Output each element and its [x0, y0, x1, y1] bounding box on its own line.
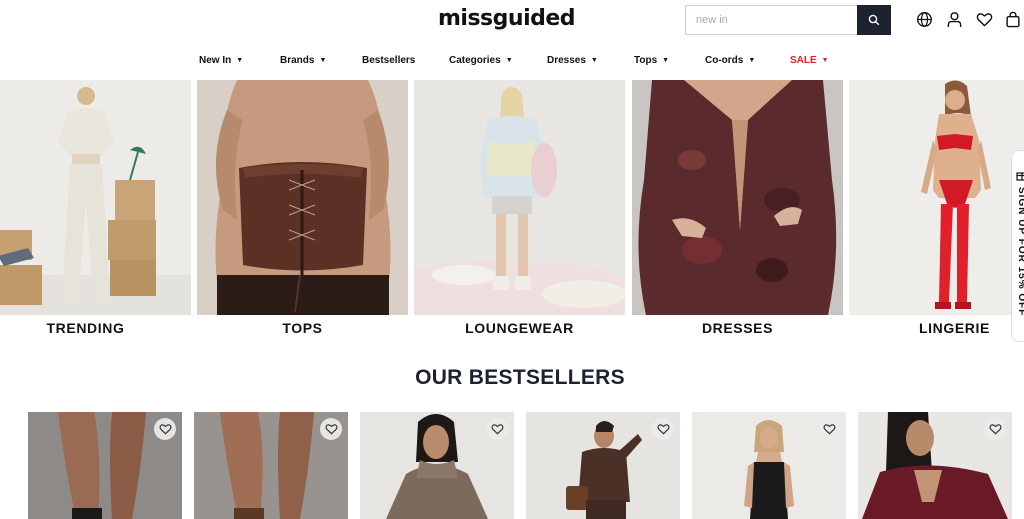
product-card[interactable]: [526, 412, 680, 519]
user-icon: [947, 11, 961, 27]
category-label: TRENDING: [46, 320, 125, 336]
heart-icon: [325, 424, 337, 435]
category-tile-lingerie[interactable]: LINGERIE: [849, 80, 1024, 340]
globe-icon: [916, 11, 932, 27]
category-label: DRESSES: [701, 320, 774, 336]
bag-icon: [1006, 11, 1020, 27]
nav-item-tops[interactable]: Tops ▼: [634, 55, 669, 66]
country-selector-button[interactable]: [915, 10, 933, 28]
category-tile-dresses[interactable]: DRESSES: [632, 80, 843, 340]
nav-item-categories[interactable]: Categories ▼: [449, 55, 513, 66]
product-card[interactable]: [194, 412, 348, 519]
category-image: [632, 80, 843, 315]
chevron-down-icon: ▼: [505, 57, 513, 64]
search-input[interactable]: [686, 6, 857, 34]
wishlist-button[interactable]: [975, 10, 993, 28]
category-image: [414, 80, 625, 315]
wishlist-toggle[interactable]: [652, 418, 674, 440]
heart-icon: [491, 424, 503, 435]
nav-item-new-in[interactable]: New In ▼: [199, 55, 243, 66]
bag-button[interactable]: [1004, 10, 1022, 28]
wishlist-toggle[interactable]: [818, 418, 840, 440]
category-tile-tops[interactable]: TOPS: [197, 80, 408, 340]
category-image: [197, 80, 408, 315]
signup-promo-label: SIGN UP FOR 15% OFF: [1016, 187, 1024, 317]
category-image: [0, 80, 191, 315]
heart-icon: [823, 424, 835, 435]
gift-icon: [1016, 172, 1024, 181]
chevron-down-icon: ▼: [821, 57, 829, 64]
search-icon: [868, 14, 880, 26]
product-card[interactable]: [858, 412, 1012, 519]
search-button[interactable]: [857, 5, 891, 35]
category-label: LINGERIE: [919, 320, 990, 336]
wishlist-toggle[interactable]: [486, 418, 508, 440]
category-label: TOPS: [282, 320, 323, 336]
heart-icon: [159, 424, 171, 435]
heart-icon: [657, 424, 669, 435]
nav-item-dresses[interactable]: Dresses ▼: [547, 55, 598, 66]
wishlist-toggle[interactable]: [320, 418, 342, 440]
nav-item-brands[interactable]: Brands ▼: [280, 55, 326, 66]
product-card[interactable]: [28, 412, 182, 519]
heart-icon: [976, 12, 992, 26]
category-tile-loungewear[interactable]: LOUNGEWEAR: [414, 80, 625, 340]
bestsellers-heading: OUR BESTSELLERS: [415, 366, 625, 389]
signup-promo-tab[interactable]: SIGN UP FOR 15% OFF: [1011, 150, 1024, 342]
main-nav: New In ▼ Brands ▼ Bestsellers Categories ▼ …: [0, 52, 1024, 72]
category-label: LOUNGEWEAR: [465, 320, 574, 336]
chevron-down-icon: ▼: [590, 57, 598, 64]
product-card[interactable]: [692, 412, 846, 519]
account-button[interactable]: [945, 10, 963, 28]
search-bar: [685, 5, 891, 35]
brand-logo[interactable]: missguided: [438, 6, 576, 31]
heart-icon: [989, 424, 1001, 435]
chevron-down-icon: ▼: [319, 57, 327, 64]
category-tile-trending[interactable]: TRENDING: [0, 80, 191, 340]
product-card[interactable]: [360, 412, 514, 519]
chevron-down-icon: ▼: [662, 57, 670, 64]
category-image: [849, 80, 1024, 315]
category-grid: TRENDING TOPS LOUNGEWEAR DRESSES LINGERI…: [0, 80, 1024, 340]
nav-item-bestsellers[interactable]: Bestsellers: [362, 55, 415, 66]
wishlist-toggle[interactable]: [984, 418, 1006, 440]
wishlist-toggle[interactable]: [154, 418, 176, 440]
chevron-down-icon: ▼: [748, 57, 756, 64]
nav-item-co-ords[interactable]: Co-ords ▼: [705, 55, 755, 66]
site-header: missguided: [0, 0, 1024, 40]
chevron-down-icon: ▼: [236, 57, 244, 64]
nav-item-sale[interactable]: SALE ▼: [790, 55, 829, 66]
